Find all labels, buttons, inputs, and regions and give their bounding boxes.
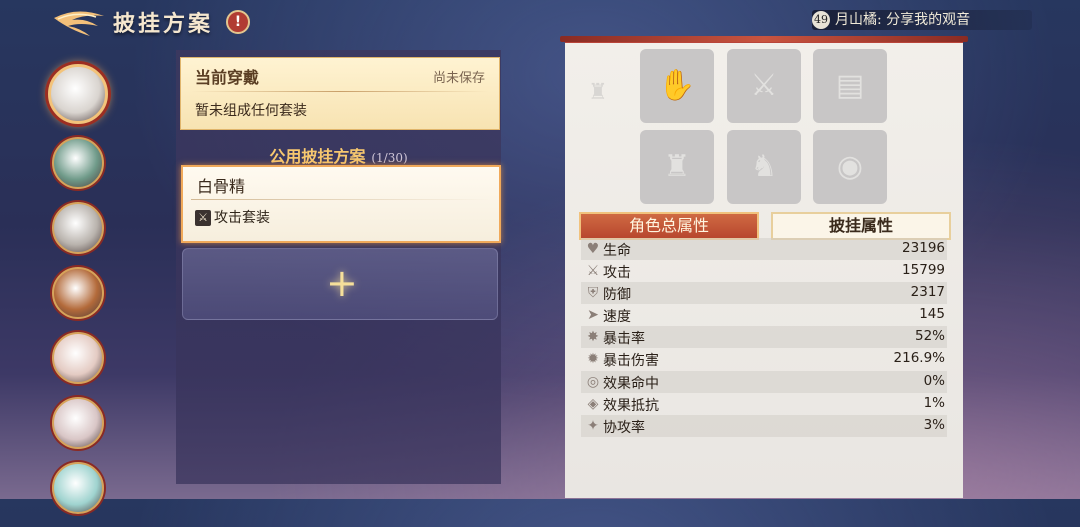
stat-label: 速度: [603, 309, 631, 326]
crit-icon: ✸: [587, 329, 599, 346]
divider: [191, 199, 491, 200]
hero-avatar[interactable]: [48, 64, 108, 124]
stat-value: 3%: [923, 416, 945, 433]
stat-value: 0%: [923, 372, 945, 389]
shield-icon: ⛨: [587, 285, 599, 302]
orb-icon: ◉: [836, 149, 864, 184]
broadcast-text: 月山橘: 分享我的观音: [835, 12, 971, 28]
armor-outline-icon: ♜: [588, 80, 608, 105]
hero-list: [48, 64, 108, 527]
sword-icon: ⚔: [586, 263, 600, 280]
stat-row: ◎ 效果命中 0%: [581, 370, 947, 393]
save-status: 尚未保存: [432, 71, 485, 86]
boots-icon: ♞: [750, 149, 778, 184]
plus-icon: +: [326, 261, 358, 305]
equipment-slot[interactable]: ◉: [813, 130, 887, 204]
stat-label: 生命: [603, 243, 631, 259]
co-attack-icon: ✦: [587, 417, 599, 434]
divider: [191, 91, 489, 92]
tab-total-attributes[interactable]: 角色总属性: [579, 212, 759, 240]
plan-section-title: 公用披挂方案: [269, 147, 366, 166]
heart-icon: ♥: [586, 241, 600, 257]
sword-icon: ⚔: [750, 68, 778, 103]
hero-avatar[interactable]: [52, 462, 104, 514]
current-outfit-card[interactable]: 当前穿戴 尚未保存 暂未组成任何套装: [180, 57, 500, 130]
armguard-icon: ✋: [658, 68, 696, 103]
equipment-slot[interactable]: ✋: [640, 49, 714, 123]
stat-value: 52%: [914, 328, 945, 345]
tab-gear-attributes[interactable]: 披挂属性: [771, 212, 951, 240]
stat-row: ⚔ 攻击 15799: [581, 260, 947, 282]
stat-value: 1%: [923, 394, 945, 411]
hero-avatar[interactable]: [52, 332, 104, 384]
sword-icon: ⚔: [195, 210, 211, 226]
plan-item[interactable]: 白骨精 ⚔ 攻击套装: [181, 165, 501, 243]
help-icon[interactable]: !: [226, 10, 250, 34]
equipment-slot[interactable]: ♞: [727, 130, 801, 204]
current-set-description: 暂未组成任何套装: [195, 103, 307, 119]
page-title: 披挂方案: [113, 11, 214, 37]
equipment-slot[interactable]: ⚔: [727, 49, 801, 123]
hero-avatar[interactable]: [52, 397, 104, 449]
effect-resist-icon: ◈: [587, 395, 599, 412]
stat-value: 15799: [902, 262, 945, 279]
hero-avatar[interactable]: [52, 202, 104, 254]
plan-count: (1/30): [371, 151, 408, 165]
stats-list: ♥ 生命 23196 ⚔ 攻击 15799 ⛨ 防御 2317 ➤ 速度 145 ✸ 暴击率 52% ✹ 暴击伤…: [581, 238, 947, 437]
crit-damage-icon: ✹: [587, 351, 599, 368]
player-level-badge: 49: [812, 11, 830, 29]
stat-value: 23196: [902, 240, 945, 256]
broadcast-bar[interactable]: 49 月山橘: 分享我的观音: [812, 10, 1032, 30]
stat-label: 效果命中: [603, 375, 659, 392]
stat-label: 防御: [603, 287, 631, 304]
equipment-slot[interactable]: ♜: [640, 130, 714, 204]
speed-icon: ➤: [587, 307, 599, 324]
current-outfit-title: 当前穿戴: [195, 68, 260, 87]
stat-value: 2317: [910, 284, 945, 301]
equipment-slot[interactable]: ▤: [813, 49, 887, 123]
hero-avatar[interactable]: [52, 137, 104, 189]
plan-set-label: 攻击套装: [214, 210, 270, 226]
plan-set-tag: ⚔ 攻击套装: [195, 207, 270, 227]
plan-section-heading: 公用披挂方案 (1/30): [176, 143, 501, 167]
add-plan-button[interactable]: +: [182, 248, 498, 320]
stat-row: ◈ 效果抵抗 1%: [581, 393, 947, 415]
stat-label: 攻击: [603, 265, 631, 282]
armor-icon: ♜: [663, 149, 691, 184]
stat-row: ⛨ 防御 2317: [581, 282, 947, 305]
plan-name: 白骨精: [197, 177, 246, 196]
back-wing-icon[interactable]: [52, 8, 106, 38]
book-icon: ▤: [835, 68, 865, 103]
stat-row: ✹ 暴击伤害 216.9%: [581, 348, 947, 370]
hero-avatar[interactable]: [52, 267, 104, 319]
panel-top-trim: [560, 36, 968, 42]
stat-row: ✦ 协攻率 3%: [581, 414, 947, 437]
stat-value: 216.9%: [893, 350, 945, 367]
stat-row: ♥ 生命 23196: [581, 238, 947, 261]
effect-hit-icon: ◎: [586, 373, 600, 390]
stat-value: 145: [919, 306, 945, 323]
stat-label: 效果抵抗: [603, 397, 659, 414]
stat-row: ➤ 速度 145: [581, 304, 947, 326]
stat-label: 协攻率: [603, 419, 645, 436]
stat-label: 暴击伤害: [603, 353, 659, 370]
stat-label: 暴击率: [603, 331, 645, 348]
stat-row: ✸ 暴击率 52%: [581, 326, 947, 349]
